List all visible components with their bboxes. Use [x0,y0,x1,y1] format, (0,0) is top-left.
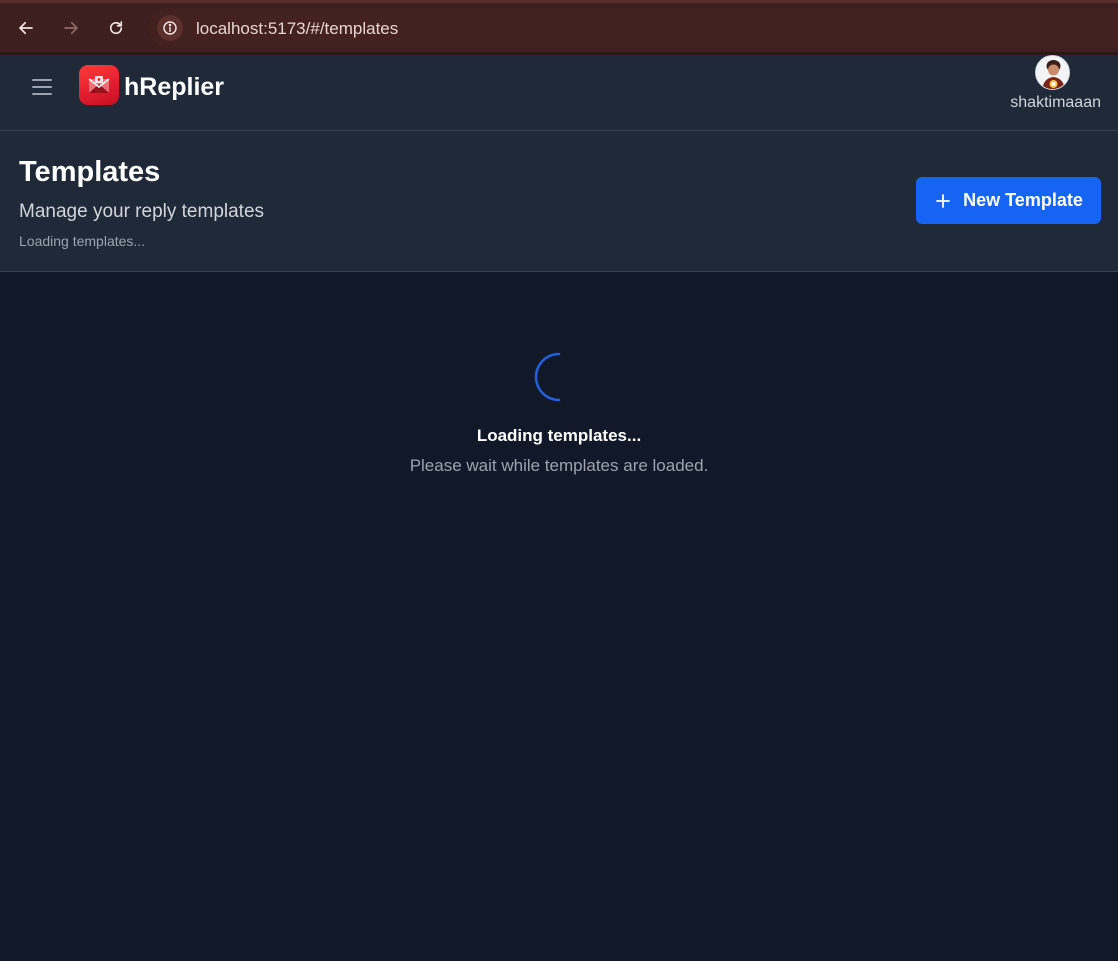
browser-toolbar: localhost:5173/#/templates [0,0,1118,52]
reload-icon [109,21,123,35]
avatar-image [1036,56,1069,89]
address-bar[interactable]: localhost:5173/#/templates [149,8,1118,48]
page-header: Templates Manage your reply templates Lo… [0,131,1118,272]
forward-arrow-icon [64,21,78,35]
username-label[interactable]: shaktimaaan [1010,94,1101,112]
loading-message: Please wait while templates are loaded. [409,456,709,475]
site-info-button[interactable] [157,15,183,41]
loading-title: Loading templates... [476,426,642,445]
brand-name[interactable]: hReplier [124,73,224,102]
user-avatar[interactable] [1035,55,1070,90]
back-arrow-icon [19,21,33,35]
url-text: localhost:5173/#/templates [196,19,399,38]
site-info-icon [163,21,177,35]
forward-button[interactable] [56,13,86,43]
page-subtitle: Manage your reply templates [19,201,265,222]
hamburger-menu-button[interactable] [26,71,58,103]
new-template-button[interactable]: New Template [916,177,1101,224]
loading-spinner-icon [534,352,561,402]
reload-button[interactable] [101,13,131,43]
new-template-label: New Template [963,190,1083,210]
menu-icon-bar [32,93,52,95]
back-button[interactable] [11,13,41,43]
menu-icon-bar [32,86,52,88]
page-title: Templates [19,156,161,188]
page-status-text: Loading templates... [19,233,146,249]
app-header: hReplier shaktimaaan [0,55,1118,131]
app-logo[interactable] [79,65,119,105]
plus-icon [936,193,951,208]
menu-icon-bar [32,79,52,81]
envelope-logo-icon [88,76,110,93]
